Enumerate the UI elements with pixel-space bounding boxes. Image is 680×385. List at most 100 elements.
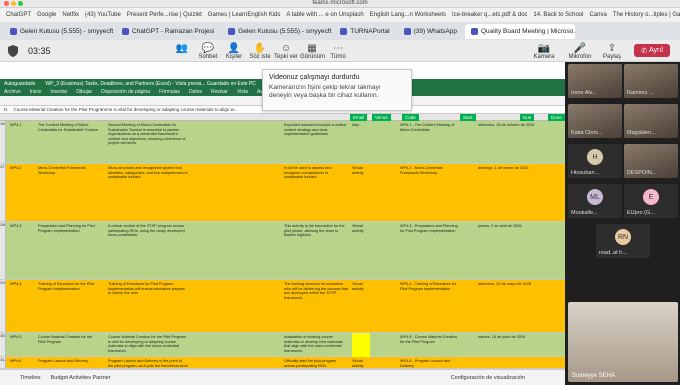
table-cell-task-detail[interactable]: It will be used to assess and recognize … (284, 166, 348, 180)
participant-tile-main[interactable]: Sumeyye SEHA (568, 302, 678, 382)
table-cell-task-description[interactable]: A critical section of the STSP program a… (108, 224, 188, 238)
chat-button[interactable]: 💬 Sohbet (196, 43, 220, 60)
participant-tile[interactable]: Ramirez ... (624, 64, 678, 98)
table-cell-task-detail[interactable]: Expected outcomes include a unified cont… (284, 123, 348, 137)
participant-name: Magdalen... (627, 130, 656, 136)
raise-hand-button[interactable]: ✋ Söz iste (248, 43, 272, 60)
table-cell-task-title[interactable]: Training of Educators for the Pilot Prog… (38, 282, 98, 291)
participant-tile[interactable]: Magdalen... (624, 104, 678, 138)
table-cell-venue[interactable]: Virtual activity (352, 166, 370, 175)
table-cell-task-description[interactable]: Training of Educators for Pilot Program … (108, 282, 188, 296)
table-cell-due-date[interactable]: jueves, 2 de abril de 2026 (478, 224, 542, 229)
table-cell-wp-code[interactable]: WP4.4 (10, 282, 26, 287)
participant-tile[interactable]: DESPOIN... (624, 144, 678, 178)
excel-menu-item[interactable]: Vista (237, 89, 248, 95)
excel-menu-item[interactable]: Archivo (4, 89, 21, 95)
table-cell-due-date[interactable]: miércoles, 20 de mayo de 2026 (478, 282, 542, 287)
react-button[interactable]: ☺ Tepki ver (274, 43, 298, 60)
browser-tab[interactable]: (39) WhatsApp (397, 23, 463, 39)
bookmark-link[interactable]: Ice-breaker q...ets.pdf & doc (452, 12, 527, 18)
table-cell-wp-code[interactable]: WP4.3 (10, 224, 26, 229)
bookmark-link[interactable]: A table with ... e on Unsplash (286, 12, 363, 18)
view-button[interactable]: ▦ Görünüm (300, 43, 325, 60)
participant-tile[interactable]: RN read..at h... (596, 224, 650, 258)
mic-button[interactable]: 🎤 Mikrofon (568, 43, 592, 60)
table-cell-task-title[interactable]: Course Material Creation for the Pilot P… (38, 335, 98, 344)
participant-tile[interactable]: ML Moukalle... (568, 184, 622, 218)
table-cell-task-description[interactable]: Second Meeting of Micro-Credentials for … (108, 123, 188, 146)
url-field[interactable]: teams.microsoft.com (270, 0, 410, 8)
camera-button[interactable]: 📷 Kamera (532, 43, 556, 60)
table-cell-task-title[interactable]: Program Launch and Delivery (38, 359, 98, 364)
excel-menu-item[interactable]: Dibujar (76, 89, 92, 95)
table-cell-task-code[interactable]: WP4.1 - The Content Meeting of Micro-Cre… (400, 123, 458, 132)
more-button[interactable]: ⋯ Tümü (326, 43, 350, 60)
bookmark-link[interactable]: ChatGPT (6, 12, 31, 18)
table-cell-venue[interactable]: Virtual activity (352, 224, 370, 233)
table-cell-due-date[interactable]: martes, 16 de junio de 2026 (478, 335, 542, 340)
bookmark-link[interactable]: (43) YouTube (85, 12, 121, 18)
row-number: 26 (0, 121, 6, 163)
browser-tab[interactable]: TURNAPortal (334, 23, 396, 39)
table-cell-task-detail[interactable]: Officially start the pilot program acros… (284, 359, 348, 368)
participant-name: Moukalle... (571, 210, 598, 216)
share-button[interactable]: ⇪ Paylaş (600, 43, 624, 60)
excel-menu-item[interactable]: Fórmulas (159, 89, 180, 95)
table-cell-task-detail[interactable]: The training sessions for educators who … (284, 282, 348, 300)
table-cell-wp-code[interactable]: WP4.5 (10, 335, 26, 340)
people-button[interactable]: 👥 (170, 43, 194, 54)
table-cell-task-code[interactable]: WP4.2 - Micro-Credential Framework Works… (400, 166, 458, 175)
bookmark-link[interactable]: Games | LearnEnglish Kids (208, 12, 281, 18)
bookmark-link[interactable]: Netflix (62, 12, 79, 18)
excel-menu-item[interactable]: Disposición de página (101, 89, 150, 95)
table-cell-task-description[interactable]: Course Material Creation for the Pilot P… (108, 335, 188, 353)
browser-tab[interactable]: Gelen Kutusu (5.555) - smyyecft... (4, 23, 114, 39)
bookmark-link[interactable]: Canva (589, 12, 606, 18)
table-cell-due-date[interactable]: miércoles, 26 de octubre de 2026 (478, 123, 542, 128)
minimize-window-icon[interactable] (11, 1, 16, 6)
sheet-tab[interactable]: Budget Activities Partner (51, 375, 111, 381)
table-cell-wp-code[interactable]: WP4.6 (10, 359, 26, 364)
browser-tab[interactable]: ChatGPT - Ramazan Projesi (116, 23, 221, 39)
window-controls[interactable] (4, 1, 25, 8)
table-cell-task-title[interactable]: Preparation and Planning for Pilot Progr… (38, 224, 98, 233)
leave-button[interactable]: ✆ Ayrıl (634, 44, 670, 57)
participant-tile[interactable]: E ElJpro (G... (624, 184, 678, 218)
table-cell-task-title[interactable]: Micro-Credential Framework Workshop (38, 166, 98, 175)
table-cell-task-detail[interactable]: Adaptation of existing course materials … (284, 335, 348, 353)
table-cell-task-description[interactable]: Micro-structural and recognized system t… (108, 166, 188, 180)
formula-text: Course Material Creation for the Pilot P… (13, 107, 238, 112)
excel-menu-item[interactable]: Inicio (30, 89, 42, 95)
participant-tile[interactable]: H Htosuban... (568, 144, 622, 178)
bookmark-link[interactable]: The History o...tiples | Gamma (613, 12, 680, 18)
table-cell-wp-code[interactable]: WP4.1 (10, 123, 26, 128)
tab-favicon-icon (470, 27, 478, 35)
table-cell-task-code[interactable]: WP4.3 - Preparation and Planning for Pil… (400, 224, 458, 233)
table-cell-task-description[interactable]: Program Launch and Delivery is the point… (108, 359, 188, 368)
table-cell-task-title[interactable]: The Content Meeting of Micro-Credentials… (38, 123, 98, 132)
excel-menu-item[interactable]: Revisar (211, 89, 228, 95)
table-cell-venue[interactable]: Virtual activity (352, 282, 370, 291)
table-cell-task-code[interactable]: WP4.6 - Program Launch and Delivery (400, 359, 458, 368)
bookmark-link[interactable]: Google (37, 12, 56, 18)
table-cell-task-code[interactable]: WP4.5 - Course Material Creation for the… (400, 335, 458, 344)
maximize-window-icon[interactable] (18, 1, 23, 6)
table-cell-due-date[interactable]: domingo, 1 de marzo de 2026 (478, 166, 542, 171)
browser-tab[interactable]: Quality Board Meeting | Microso... (464, 23, 575, 39)
participants-button[interactable]: 👤 Kişiler (222, 43, 246, 60)
close-window-icon[interactable] (4, 1, 9, 6)
table-cell-wp-code[interactable]: WP4.2 (10, 166, 26, 171)
table-cell-venue[interactable]: Italy (352, 123, 370, 128)
bookmark-link[interactable]: Present Perfe...rise | Quizlet (127, 12, 202, 18)
table-cell-task-code[interactable]: WP4.4 - Training of Educators for Pilot … (400, 282, 458, 291)
sheet-tab[interactable]: Timeline (20, 375, 41, 381)
browser-tab[interactable]: Gelen Kutusu (5.555) - smyyecft... (222, 23, 333, 39)
participant-tile[interactable]: Irene Alv... (568, 64, 622, 98)
table-cell-venue[interactable]: Virtual activity (352, 359, 370, 368)
table-cell-task-detail[interactable]: This activity is the foundation for the … (284, 224, 348, 238)
bookmark-link[interactable]: English Lang...n Worksheets (370, 12, 446, 18)
participant-tile[interactable]: Katia Chris... (568, 104, 622, 138)
bookmark-link[interactable]: 14. Back to School (533, 12, 583, 18)
excel-menu-item[interactable]: Datos (189, 89, 202, 95)
excel-menu-item[interactable]: Insertar (50, 89, 67, 95)
